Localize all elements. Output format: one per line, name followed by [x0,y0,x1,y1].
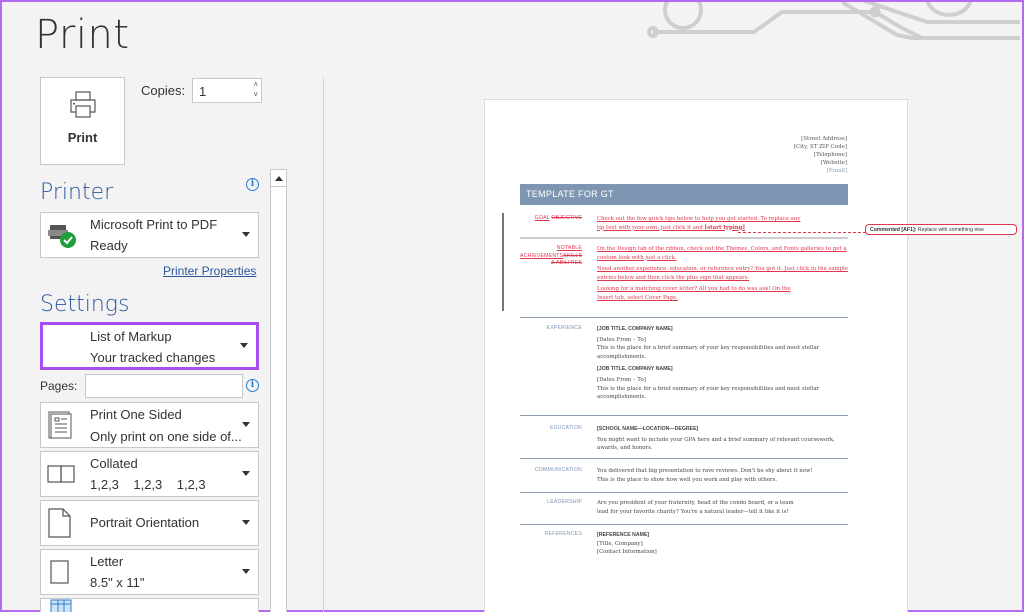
margins-select[interactable] [40,598,259,612]
what-to-print-line1: List of Markup [90,329,172,344]
print-button-label: Print [67,130,98,145]
section-divider [520,492,848,493]
notable-label: NOTABLE ACHIEVEMENTSSKILLS & ABILITIES [520,245,583,266]
paper-size-select[interactable]: Letter 8.5" x 11" [40,549,259,595]
website: [Website] [820,160,847,166]
comment-balloon: Commented [AF1]: Replace with something … [865,224,1017,235]
printer-properties-link[interactable]: Printer Properties [163,264,256,278]
section-divider [520,415,848,416]
printer-heading: Printer [40,180,114,205]
printer-name: Microsoft Print to PDF [90,217,218,232]
experience-text: [JOB TITLE, COMPANY NAME] [Dates From – … [597,326,820,401]
margins-icon [50,599,72,612]
resume-banner: TEMPLATE FOR GT [520,184,848,205]
printer-select[interactable]: Microsoft Print to PDF Ready [40,212,259,258]
scroll-up-button[interactable] [271,170,286,187]
collation-select[interactable]: Collated 1,2,3 1,2,3 1,2,3 [40,451,259,497]
section-divider [520,237,848,239]
street-address: [Street Address] [801,136,847,142]
collated-icon [47,465,75,483]
what-to-print-select[interactable]: List of Markup Your tracked changes [40,322,259,370]
settings-scrollbar[interactable] [270,169,287,612]
collation-line1: Collated [90,456,138,471]
education-label: EDUCATION [550,425,582,431]
sides-select[interactable]: Print One Sided Only print on one side o… [40,402,259,448]
copies-value: 1 [199,84,207,99]
spin-down-icon[interactable]: ˅ [253,90,258,100]
references-label: REFERENCES [544,531,582,537]
leadership-text: Are you president of your fraternity, he… [597,500,794,515]
spin-up-icon[interactable]: ˄ [253,80,258,90]
leadership-label: LEADERSHIP [547,499,582,505]
chevron-down-icon [242,569,250,574]
goal-label: GOAL OBJECTIVE [534,215,582,221]
pages-info-icon[interactable]: i [246,379,259,392]
notable-text: On the Design tab of the ribbon, check o… [597,246,848,301]
pages-input[interactable] [85,374,243,398]
portrait-page-icon [48,508,71,538]
email: [Email] [826,168,847,174]
telephone: [Telephone] [814,152,847,158]
copies-label: Copies: [141,83,186,98]
circuit-decoration [647,2,1020,40]
printer-info-icon[interactable]: i [246,178,259,191]
paper-line2: 8.5" x 11" [90,575,145,590]
print-preview-page: [Street Address] [City, ST ZIP Code] [Te… [484,99,908,612]
pages-label: Pages: [40,379,78,393]
collation-line2: 1,2,3 1,2,3 1,2,3 [90,477,206,492]
one-sided-icon [48,411,72,439]
change-bar [502,213,504,243]
paper-size-icon [50,560,69,584]
print-button[interactable]: Print [40,77,125,165]
communication-label: COMMUNICATION [534,467,582,473]
settings-heading: Settings [40,292,130,317]
sides-line2: Only print on one side of... [90,429,242,444]
comment-connector [738,229,866,233]
paper-line1: Letter [90,554,124,569]
copies-input[interactable]: 1 ˄ ˅ [192,78,262,103]
chevron-down-icon [242,232,250,237]
page-title: Print [35,12,130,58]
scroll-up-arrow-icon [274,175,283,181]
chevron-down-icon [242,422,250,427]
chevron-down-icon [242,471,250,476]
address-block: [Street Address] [City, ST ZIP Code] [Te… [794,135,847,175]
section-divider [520,524,848,525]
sides-line1: Print One Sided [90,407,182,422]
what-to-print-line2: Your tracked changes [90,350,216,365]
experience-label: EXPERIENCE [546,325,582,331]
orientation-line1: Portrait Orientation [90,515,200,530]
printer-status: Ready [90,238,128,253]
education-text: [SCHOOL NAME—LOCATION—DEGREE] You might … [597,426,835,452]
chevron-down-icon [240,343,248,348]
printer-ready-icon [48,225,76,248]
communication-text: You delivered that big presentation to r… [597,468,813,483]
copies-spinner[interactable]: ˄ ˅ [253,80,258,100]
city-state-zip: [City, ST ZIP Code] [793,144,847,150]
section-divider [520,458,848,459]
change-bar [502,241,504,311]
chevron-down-icon [242,520,250,525]
section-divider [520,317,848,318]
printer-icon [69,91,96,118]
references-text: [REFERENCE NAME] [Title, Company] [Conta… [597,532,657,556]
panel-divider [323,77,324,612]
orientation-select[interactable]: Portrait Orientation [40,500,259,546]
